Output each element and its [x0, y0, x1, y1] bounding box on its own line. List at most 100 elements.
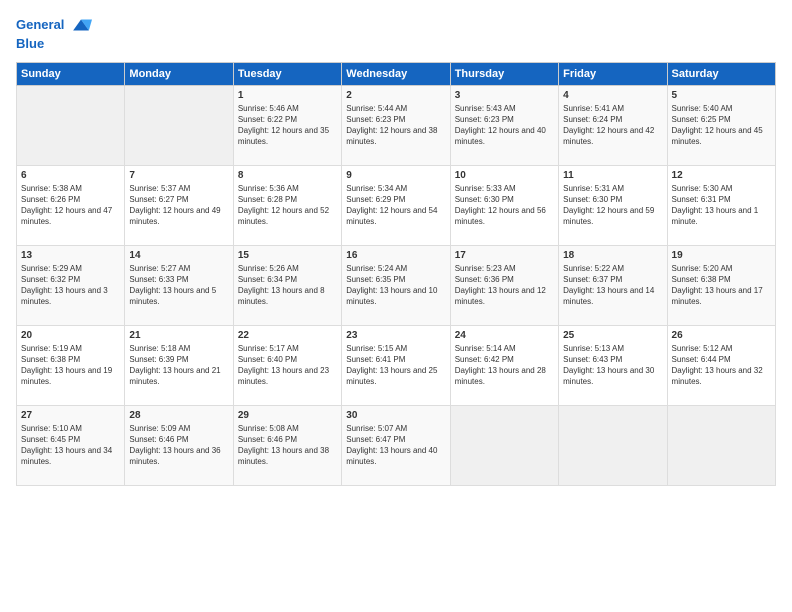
calendar-cell: 3 Sunrise: 5:43 AMSunset: 6:23 PMDaylight… — [450, 85, 558, 165]
calendar-cell — [559, 405, 667, 485]
logo-icon — [70, 14, 92, 36]
calendar-table: Sunday Monday Tuesday Wednesday Thursday… — [16, 62, 776, 486]
day-number: 13 — [21, 250, 120, 261]
calendar-cell: 17 Sunrise: 5:23 AMSunset: 6:36 PMDayligh… — [450, 245, 558, 325]
day-number: 9 — [346, 170, 445, 181]
day-info: Sunrise: 5:14 AMSunset: 6:42 PMDaylight:… — [455, 343, 554, 388]
day-number: 8 — [238, 170, 337, 181]
calendar-cell: 25 Sunrise: 5:13 AMSunset: 6:43 PMDayligh… — [559, 325, 667, 405]
day-info: Sunrise: 5:37 AMSunset: 6:27 PMDaylight:… — [129, 183, 228, 228]
day-number: 16 — [346, 250, 445, 261]
day-number: 28 — [129, 410, 228, 421]
day-number: 29 — [238, 410, 337, 421]
day-info: Sunrise: 5:30 AMSunset: 6:31 PMDaylight:… — [672, 183, 771, 228]
day-number: 11 — [563, 170, 662, 181]
calendar-cell: 24 Sunrise: 5:14 AMSunset: 6:42 PMDayligh… — [450, 325, 558, 405]
calendar-cell: 9Sunrise: 5:34 AMSunset: 6:29 PMDaylight… — [342, 165, 450, 245]
day-number: 12 — [672, 170, 771, 181]
day-number: 23 — [346, 330, 445, 341]
day-number: 2 — [346, 90, 445, 101]
calendar-week-row: 6 Sunrise: 5:38 AMSunset: 6:26 PMDaylight… — [17, 165, 776, 245]
day-info: Sunrise: 5:33 AMSunset: 6:30 PMDaylight:… — [455, 183, 554, 228]
day-number: 26 — [672, 330, 771, 341]
day-number: 22 — [238, 330, 337, 341]
calendar-cell: 5Sunrise: 5:40 AMSunset: 6:25 PMDaylight… — [667, 85, 775, 165]
day-info: Sunrise: 5:19 AMSunset: 6:38 PMDaylight:… — [21, 343, 120, 388]
calendar-header-row: Sunday Monday Tuesday Wednesday Thursday… — [17, 62, 776, 85]
header: General Blue — [16, 14, 776, 52]
day-info: Sunrise: 5:20 AMSunset: 6:38 PMDaylight:… — [672, 263, 771, 308]
calendar-week-row: 1 Sunrise: 5:46 AMSunset: 6:22 PMDaylight… — [17, 85, 776, 165]
day-info: Sunrise: 5:43 AMSunset: 6:23 PMDaylight:… — [455, 103, 554, 148]
calendar-cell: 4 Sunrise: 5:41 AMSunset: 6:24 PMDaylight… — [559, 85, 667, 165]
calendar-cell — [667, 405, 775, 485]
day-info: Sunrise: 5:09 AMSunset: 6:46 PMDaylight:… — [129, 423, 228, 468]
calendar-cell: 15Sunrise: 5:26 AMSunset: 6:34 PMDayligh… — [233, 245, 341, 325]
day-number: 25 — [563, 330, 662, 341]
day-info: Sunrise: 5:17 AMSunset: 6:40 PMDaylight:… — [238, 343, 337, 388]
day-info: Sunrise: 5:15 AMSunset: 6:41 PMDaylight:… — [346, 343, 445, 388]
calendar-cell: 16 Sunrise: 5:24 AMSunset: 6:35 PMDayligh… — [342, 245, 450, 325]
calendar-cell: 13 Sunrise: 5:29 AMSunset: 6:32 PMDayligh… — [17, 245, 125, 325]
day-info: Sunrise: 5:22 AMSunset: 6:37 PMDaylight:… — [563, 263, 662, 308]
calendar-cell — [17, 85, 125, 165]
day-info: Sunrise: 5:36 AMSunset: 6:28 PMDaylight:… — [238, 183, 337, 228]
logo: General Blue — [16, 14, 92, 52]
day-number: 27 — [21, 410, 120, 421]
day-info: Sunrise: 5:10 AMSunset: 6:45 PMDaylight:… — [21, 423, 120, 468]
calendar-cell: 11Sunrise: 5:31 AMSunset: 6:30 PMDayligh… — [559, 165, 667, 245]
col-wednesday: Wednesday — [342, 62, 450, 85]
day-number: 17 — [455, 250, 554, 261]
calendar-cell: 1 Sunrise: 5:46 AMSunset: 6:22 PMDaylight… — [233, 85, 341, 165]
day-number: 14 — [129, 250, 228, 261]
day-info: Sunrise: 5:23 AMSunset: 6:36 PMDaylight:… — [455, 263, 554, 308]
col-monday: Monday — [125, 62, 233, 85]
calendar-cell: 26Sunrise: 5:12 AMSunset: 6:44 PMDayligh… — [667, 325, 775, 405]
day-number: 15 — [238, 250, 337, 261]
calendar-cell: 6 Sunrise: 5:38 AMSunset: 6:26 PMDaylight… — [17, 165, 125, 245]
day-number: 24 — [455, 330, 554, 341]
day-number: 4 — [563, 90, 662, 101]
calendar-cell — [450, 405, 558, 485]
day-number: 20 — [21, 330, 120, 341]
col-saturday: Saturday — [667, 62, 775, 85]
day-info: Sunrise: 5:41 AMSunset: 6:24 PMDaylight:… — [563, 103, 662, 148]
calendar-cell: 23 Sunrise: 5:15 AMSunset: 6:41 PMDayligh… — [342, 325, 450, 405]
calendar-week-row: 20 Sunrise: 5:19 AMSunset: 6:38 PMDayligh… — [17, 325, 776, 405]
day-number: 6 — [21, 170, 120, 181]
logo-blue-text: Blue — [16, 36, 92, 52]
day-info: Sunrise: 5:44 AMSunset: 6:23 PMDaylight:… — [346, 103, 445, 148]
calendar-cell: 10Sunrise: 5:33 AMSunset: 6:30 PMDayligh… — [450, 165, 558, 245]
day-info: Sunrise: 5:13 AMSunset: 6:43 PMDaylight:… — [563, 343, 662, 388]
day-info: Sunrise: 5:40 AMSunset: 6:25 PMDaylight:… — [672, 103, 771, 148]
calendar-cell — [125, 85, 233, 165]
calendar-cell: 21 Sunrise: 5:18 AMSunset: 6:39 PMDayligh… — [125, 325, 233, 405]
calendar-cell: 29 Sunrise: 5:08 AMSunset: 6:46 PMDayligh… — [233, 405, 341, 485]
calendar-week-row: 27 Sunrise: 5:10 AMSunset: 6:45 PMDayligh… — [17, 405, 776, 485]
day-number: 7 — [129, 170, 228, 181]
day-info: Sunrise: 5:46 AMSunset: 6:22 PMDaylight:… — [238, 103, 337, 148]
day-info: Sunrise: 5:18 AMSunset: 6:39 PMDaylight:… — [129, 343, 228, 388]
col-sunday: Sunday — [17, 62, 125, 85]
calendar-page: General Blue Sunday Monday Tuesday We — [0, 0, 792, 612]
day-info: Sunrise: 5:29 AMSunset: 6:32 PMDaylight:… — [21, 263, 120, 308]
col-thursday: Thursday — [450, 62, 558, 85]
day-number: 1 — [238, 90, 337, 101]
day-number: 18 — [563, 250, 662, 261]
day-number: 21 — [129, 330, 228, 341]
day-info: Sunrise: 5:24 AMSunset: 6:35 PMDaylight:… — [346, 263, 445, 308]
day-info: Sunrise: 5:08 AMSunset: 6:46 PMDaylight:… — [238, 423, 337, 468]
calendar-week-row: 13 Sunrise: 5:29 AMSunset: 6:32 PMDayligh… — [17, 245, 776, 325]
calendar-cell: 2 Sunrise: 5:44 AMSunset: 6:23 PMDaylight… — [342, 85, 450, 165]
calendar-cell: 20 Sunrise: 5:19 AMSunset: 6:38 PMDayligh… — [17, 325, 125, 405]
calendar-cell: 18 Sunrise: 5:22 AMSunset: 6:37 PMDayligh… — [559, 245, 667, 325]
col-friday: Friday — [559, 62, 667, 85]
day-info: Sunrise: 5:38 AMSunset: 6:26 PMDaylight:… — [21, 183, 120, 228]
logo-text: General — [16, 17, 64, 33]
day-number: 3 — [455, 90, 554, 101]
col-tuesday: Tuesday — [233, 62, 341, 85]
day-info: Sunrise: 5:27 AMSunset: 6:33 PMDaylight:… — [129, 263, 228, 308]
calendar-cell: 22 Sunrise: 5:17 AMSunset: 6:40 PMDayligh… — [233, 325, 341, 405]
calendar-cell: 12 Sunrise: 5:30 AMSunset: 6:31 PMDayligh… — [667, 165, 775, 245]
day-info: Sunrise: 5:07 AMSunset: 6:47 PMDaylight:… — [346, 423, 445, 468]
